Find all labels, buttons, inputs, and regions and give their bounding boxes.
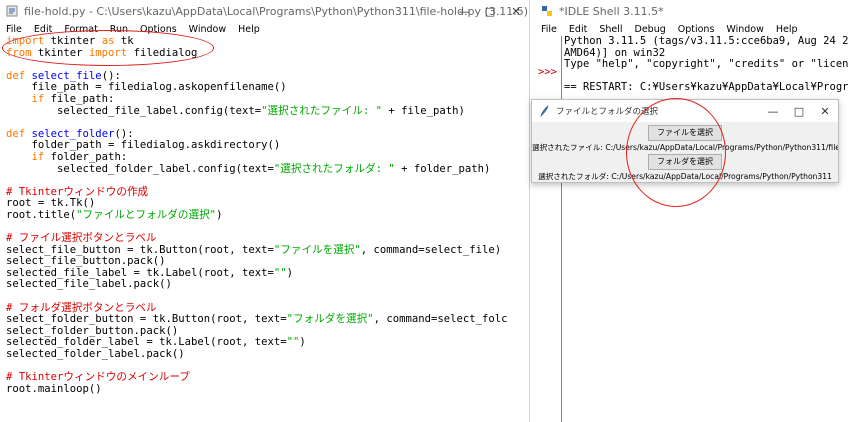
- menu-window[interactable]: Window: [189, 24, 226, 35]
- menu-file[interactable]: File: [6, 24, 22, 35]
- menu-edit[interactable]: Edit: [34, 24, 52, 35]
- code-line: import tkinter as tk: [6, 35, 134, 47]
- tk-title: ファイルとフォルダの選択: [556, 107, 659, 117]
- shell-menu-shell[interactable]: Shell: [599, 24, 622, 35]
- code-line: root.mainloop(): [6, 382, 102, 395]
- menu-options[interactable]: Options: [140, 24, 177, 35]
- editor-menubar: File Edit Format Run Options Window Help: [0, 22, 529, 36]
- code-line: root.title("ファイルとフォルダの選択"): [6, 208, 223, 221]
- select-file-button[interactable]: ファイルを選択: [648, 125, 722, 141]
- tk-titlebar[interactable]: ファイルとフォルダの選択 — □ ✕: [532, 100, 838, 122]
- maximize-icon[interactable]: □: [477, 0, 503, 22]
- tk-feather-icon: [540, 105, 549, 117]
- shell-menu-file[interactable]: File: [541, 24, 557, 35]
- code-line: selected_file_label.config(text="選択されたファ…: [6, 104, 465, 117]
- editor-titlebar[interactable]: file-hold.py - C:\Users\kazu\AppData\Loc…: [0, 0, 529, 22]
- selected-folder-label: 選択されたフォルダ: C:/Users/kazu/AppData/Local/P…: [538, 172, 832, 181]
- shell-output[interactable]: Python 3.11.5 (tags/v3.11.5:cce6ba9, Aug…: [564, 35, 849, 94]
- menu-format[interactable]: Format: [64, 24, 97, 35]
- editor-window: file-hold.py - C:\Users\kazu\AppData\Loc…: [0, 0, 530, 422]
- python-file-icon: [6, 5, 18, 17]
- shell-line: Python 3.11.5 (tags/v3.11.5:cce6ba9, Aug…: [564, 35, 849, 47]
- minimize-icon[interactable]: —: [451, 0, 477, 22]
- minimize-icon[interactable]: —: [760, 100, 786, 122]
- shell-menu-help[interactable]: Help: [776, 24, 798, 35]
- tk-body: ファイルを選択 選択されたファイル: C:/Users/kazu/AppData…: [532, 122, 838, 182]
- code-line: selected_folder_label.config(text="選択された…: [6, 162, 491, 175]
- shell-restart-line: == RESTART: C:¥Users¥kazu¥AppData¥Local¥…: [564, 81, 849, 94]
- tk-dialog-window: ファイルとフォルダの選択 — □ ✕ ファイルを選択 選択されたファイル: C:…: [531, 99, 839, 183]
- code-line: from tkinter import filedialog: [6, 46, 198, 59]
- code-line: selected_folder_label.pack(): [6, 348, 185, 361]
- code-editor[interactable]: import tkinter as tk from tkinter import …: [6, 35, 529, 422]
- shell-menu-debug[interactable]: Debug: [635, 24, 666, 35]
- shell-menu-options[interactable]: Options: [678, 24, 715, 35]
- close-icon[interactable]: ✕: [503, 0, 529, 22]
- menu-run[interactable]: Run: [110, 24, 128, 35]
- shell-title: *IDLE Shell 3.11.5*: [559, 4, 664, 18]
- code-line: # ファイル選択ボタンとラベル: [6, 232, 157, 245]
- python-shell-icon: [542, 6, 552, 16]
- selected-file-label: 選択されたファイル: C:/Users/kazu/AppData/Local/P…: [532, 143, 839, 152]
- select-folder-button[interactable]: フォルダを選択: [648, 154, 722, 170]
- code-line: if folder_path:: [31, 150, 128, 163]
- shell-line: Type "help", "copyright", "credits" or "…: [564, 58, 849, 71]
- menu-help[interactable]: Help: [238, 24, 260, 35]
- shell-menubar: File Edit Shell Debug Options Window Hel…: [535, 22, 850, 36]
- shell-window: *IDLE Shell 3.11.5* File Edit Shell Debu…: [535, 0, 850, 422]
- code-line: selected_file_label.pack(): [6, 278, 172, 291]
- shell-menu-edit[interactable]: Edit: [569, 24, 587, 35]
- shell-menu-window[interactable]: Window: [726, 24, 763, 35]
- close-icon[interactable]: ✕: [812, 100, 838, 122]
- shell-prompt: >>>: [538, 66, 557, 78]
- shell-titlebar[interactable]: *IDLE Shell 3.11.5*: [535, 0, 850, 22]
- maximize-icon[interactable]: □: [786, 100, 812, 122]
- shell-prompt-gutter: [535, 36, 562, 422]
